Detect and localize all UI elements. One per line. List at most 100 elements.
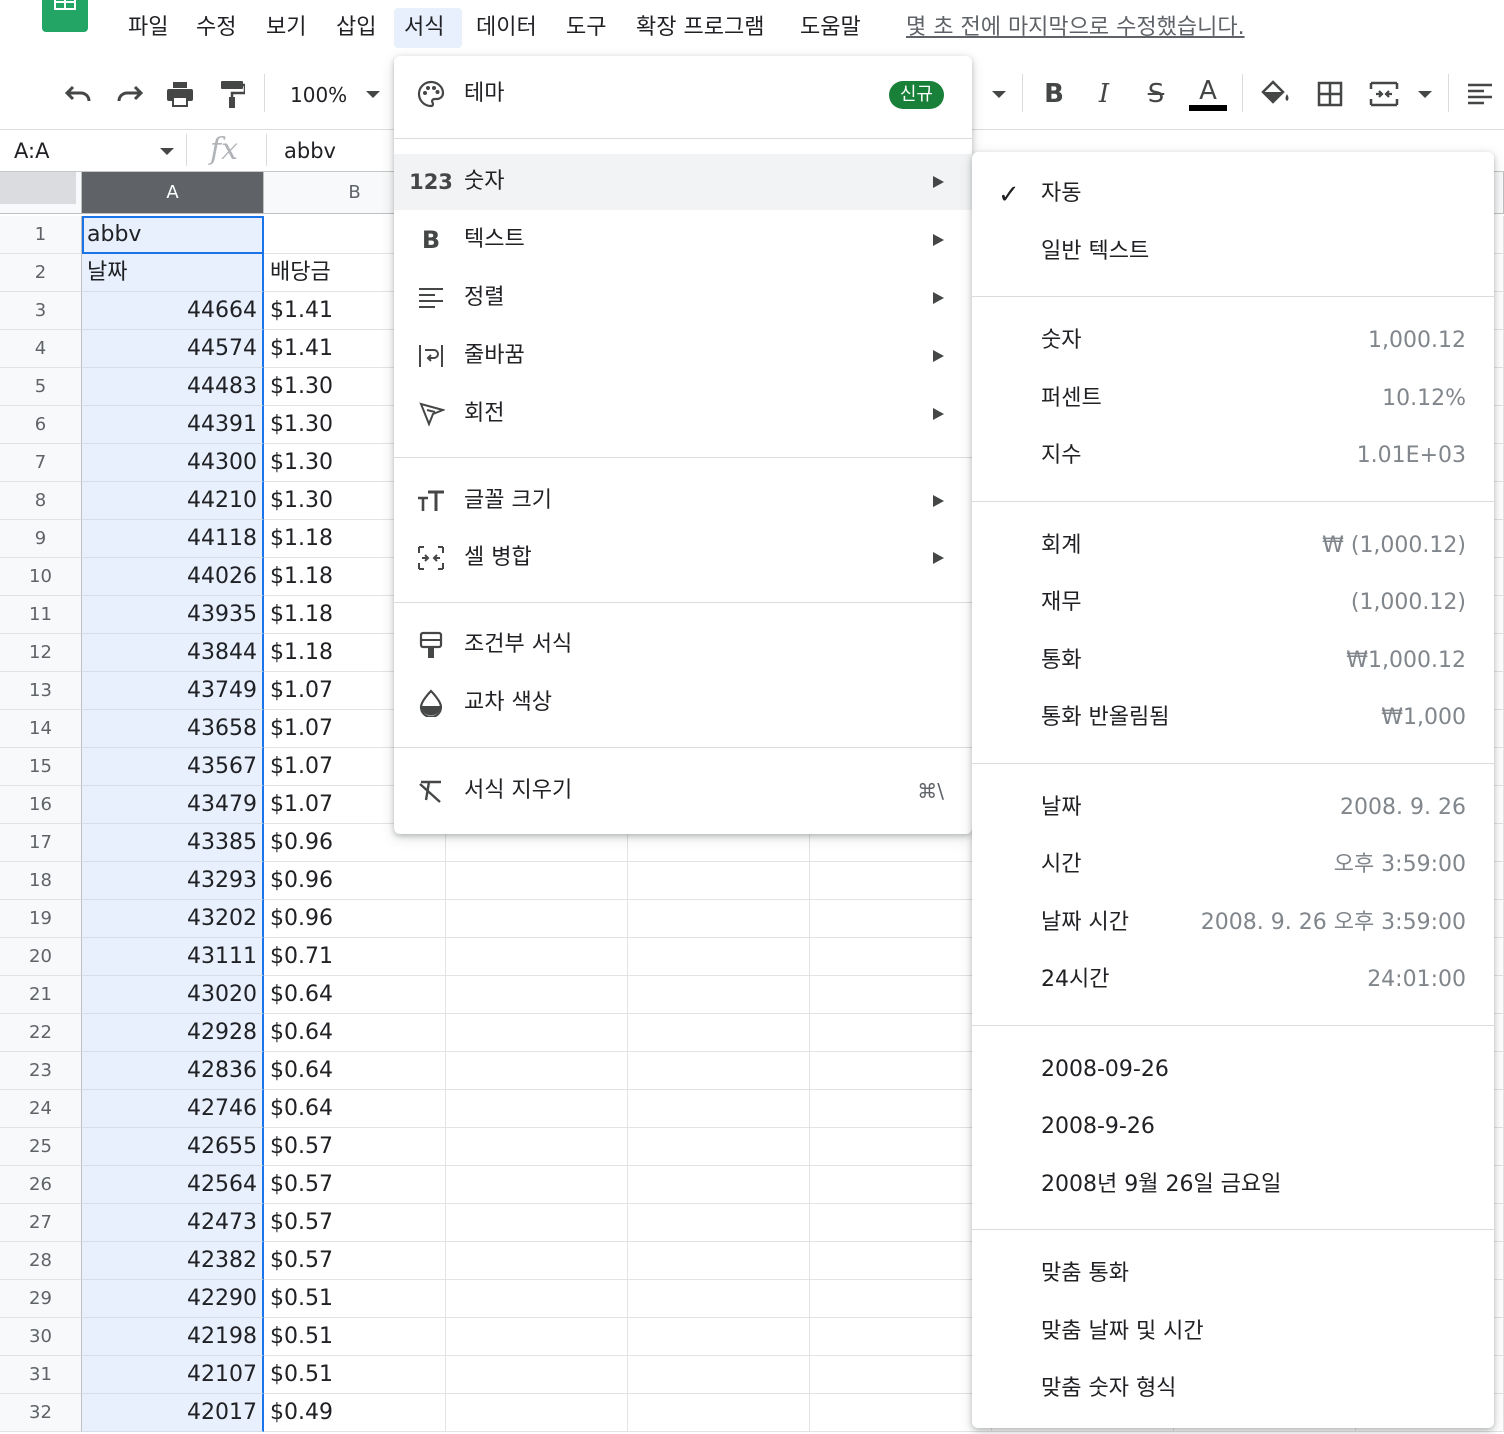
empty-cell[interactable] bbox=[446, 1052, 628, 1090]
empty-cell[interactable] bbox=[628, 938, 810, 976]
cell-b[interactable]: $0.57 bbox=[264, 1204, 446, 1242]
cell-a[interactable]: 42382 bbox=[82, 1242, 264, 1280]
number-format-option[interactable]: 퍼센트 10.12% bbox=[972, 371, 1494, 427]
number-format-option[interactable]: 회계 ₩ (1,000.12) bbox=[972, 518, 1494, 574]
format-menu-theme[interactable]: 테마 신규 bbox=[394, 66, 972, 122]
cell-a[interactable]: 43479 bbox=[82, 786, 264, 824]
row-header[interactable]: 5 bbox=[0, 368, 82, 406]
row-header[interactable]: 21 bbox=[0, 976, 82, 1014]
last-edit-link[interactable]: 몇 초 전에 마지막으로 수정했습니다. bbox=[906, 8, 1245, 48]
format-menu-wrap[interactable]: 줄바꿈 bbox=[394, 328, 972, 384]
empty-cell[interactable] bbox=[810, 1128, 992, 1166]
empty-cell[interactable] bbox=[810, 1280, 992, 1318]
empty-cell[interactable] bbox=[628, 900, 810, 938]
empty-cell[interactable] bbox=[628, 1090, 810, 1128]
row-header[interactable]: 22 bbox=[0, 1014, 82, 1052]
strikethrough-icon[interactable]: S bbox=[1138, 76, 1174, 112]
format-menu-alternating[interactable]: 교차 색상 bbox=[394, 675, 972, 731]
menu-edit[interactable]: 수정 bbox=[186, 8, 246, 48]
row-header[interactable]: 16 bbox=[0, 786, 82, 824]
number-format-option[interactable]: 2008년 9월 26일 금요일 bbox=[972, 1157, 1494, 1213]
cell-b[interactable]: $0.51 bbox=[264, 1318, 446, 1356]
row-header[interactable]: 29 bbox=[0, 1280, 82, 1318]
number-format-option[interactable]: 일반 텍스트 bbox=[972, 224, 1494, 280]
cell-a[interactable]: 43567 bbox=[82, 748, 264, 786]
row-header[interactable]: 17 bbox=[0, 824, 82, 862]
borders-icon[interactable] bbox=[1312, 76, 1348, 112]
empty-cell[interactable] bbox=[628, 862, 810, 900]
empty-cell[interactable] bbox=[446, 1356, 628, 1394]
row-header[interactable]: 20 bbox=[0, 938, 82, 976]
row-header[interactable]: 19 bbox=[0, 900, 82, 938]
cell-a[interactable]: 42655 bbox=[82, 1128, 264, 1166]
cell-a[interactable]: 42746 bbox=[82, 1090, 264, 1128]
zoom-dropdown-icon[interactable] bbox=[366, 91, 380, 98]
menu-extensions[interactable]: 확장 프로그램 bbox=[626, 8, 774, 48]
empty-cell[interactable] bbox=[810, 1318, 992, 1356]
number-format-option[interactable]: 24시간 24:01:00 bbox=[972, 952, 1494, 1008]
row-header[interactable]: 4 bbox=[0, 330, 82, 368]
italic-icon[interactable]: I bbox=[1086, 76, 1122, 112]
merge-dropdown-icon[interactable] bbox=[1418, 91, 1432, 98]
empty-cell[interactable] bbox=[446, 938, 628, 976]
empty-cell[interactable] bbox=[446, 1394, 628, 1432]
number-format-option[interactable]: 지수 1.01E+03 bbox=[972, 428, 1494, 484]
row-header[interactable]: 18 bbox=[0, 862, 82, 900]
row-header[interactable]: 25 bbox=[0, 1128, 82, 1166]
bold-icon[interactable]: B bbox=[1036, 76, 1072, 112]
cell-a[interactable]: 44664 bbox=[82, 292, 264, 330]
empty-cell[interactable] bbox=[810, 938, 992, 976]
format-menu-merge[interactable]: 셀 병합 bbox=[394, 530, 972, 586]
cell-b[interactable]: $0.49 bbox=[264, 1394, 446, 1432]
menu-format[interactable]: 서식 bbox=[394, 8, 462, 48]
number-format-option[interactable]: 맞춤 날짜 및 시간 bbox=[972, 1304, 1494, 1360]
empty-cell[interactable] bbox=[446, 862, 628, 900]
row-header[interactable]: 30 bbox=[0, 1318, 82, 1356]
empty-cell[interactable] bbox=[810, 1052, 992, 1090]
cell-a[interactable]: 43020 bbox=[82, 976, 264, 1014]
empty-cell[interactable] bbox=[810, 862, 992, 900]
empty-cell[interactable] bbox=[628, 1166, 810, 1204]
row-header[interactable]: 3 bbox=[0, 292, 82, 330]
empty-cell[interactable] bbox=[628, 1318, 810, 1356]
menu-view[interactable]: 보기 bbox=[256, 8, 316, 48]
menu-file[interactable]: 파일 bbox=[118, 8, 178, 48]
number-format-option[interactable]: 통화 반올림됨 ₩1,000 bbox=[972, 690, 1494, 746]
text-color-icon[interactable]: A bbox=[1189, 72, 1227, 116]
row-header[interactable]: 1 bbox=[0, 216, 82, 254]
name-box-dropdown-icon[interactable] bbox=[160, 148, 174, 155]
number-format-option[interactable]: 날짜 2008. 9. 26 bbox=[972, 780, 1494, 836]
row-header[interactable]: 27 bbox=[0, 1204, 82, 1242]
row-header[interactable]: 6 bbox=[0, 406, 82, 444]
cell-a[interactable]: 42198 bbox=[82, 1318, 264, 1356]
empty-cell[interactable] bbox=[446, 1128, 628, 1166]
merge-cells-icon[interactable] bbox=[1366, 76, 1402, 112]
number-format-option[interactable]: 맞춤 통화 bbox=[972, 1246, 1494, 1302]
cell-b[interactable]: $0.57 bbox=[264, 1128, 446, 1166]
number-format-option[interactable]: 날짜 시간 2008. 9. 26 오후 3:59:00 bbox=[972, 895, 1494, 951]
empty-cell[interactable] bbox=[810, 976, 992, 1014]
empty-cell[interactable] bbox=[810, 1204, 992, 1242]
menu-data[interactable]: 데이터 bbox=[466, 8, 547, 48]
empty-cell[interactable] bbox=[810, 1090, 992, 1128]
row-header[interactable]: 9 bbox=[0, 520, 82, 558]
row-header[interactable]: 2 bbox=[0, 254, 82, 292]
cell-a[interactable]: 43935 bbox=[82, 596, 264, 634]
empty-cell[interactable] bbox=[628, 1280, 810, 1318]
empty-cell[interactable] bbox=[628, 1204, 810, 1242]
empty-cell[interactable] bbox=[810, 1394, 992, 1432]
undo-icon[interactable] bbox=[60, 76, 96, 112]
format-menu-align[interactable]: 정렬 bbox=[394, 270, 972, 326]
cell-a[interactable]: 44300 bbox=[82, 444, 264, 482]
cell-a[interactable]: 44391 bbox=[82, 406, 264, 444]
empty-cell[interactable] bbox=[628, 976, 810, 1014]
cell-b[interactable]: $0.57 bbox=[264, 1166, 446, 1204]
row-header[interactable]: 15 bbox=[0, 748, 82, 786]
cell-a[interactable]: 42017 bbox=[82, 1394, 264, 1432]
cell-a[interactable]: 43658 bbox=[82, 710, 264, 748]
number-format-option[interactable]: 맞춤 숫자 형식 bbox=[972, 1361, 1494, 1417]
empty-cell[interactable] bbox=[810, 1356, 992, 1394]
format-menu-rotate[interactable]: 회전 bbox=[394, 386, 972, 442]
cell-a[interactable]: 44483 bbox=[82, 368, 264, 406]
cell-b[interactable]: $0.64 bbox=[264, 1052, 446, 1090]
